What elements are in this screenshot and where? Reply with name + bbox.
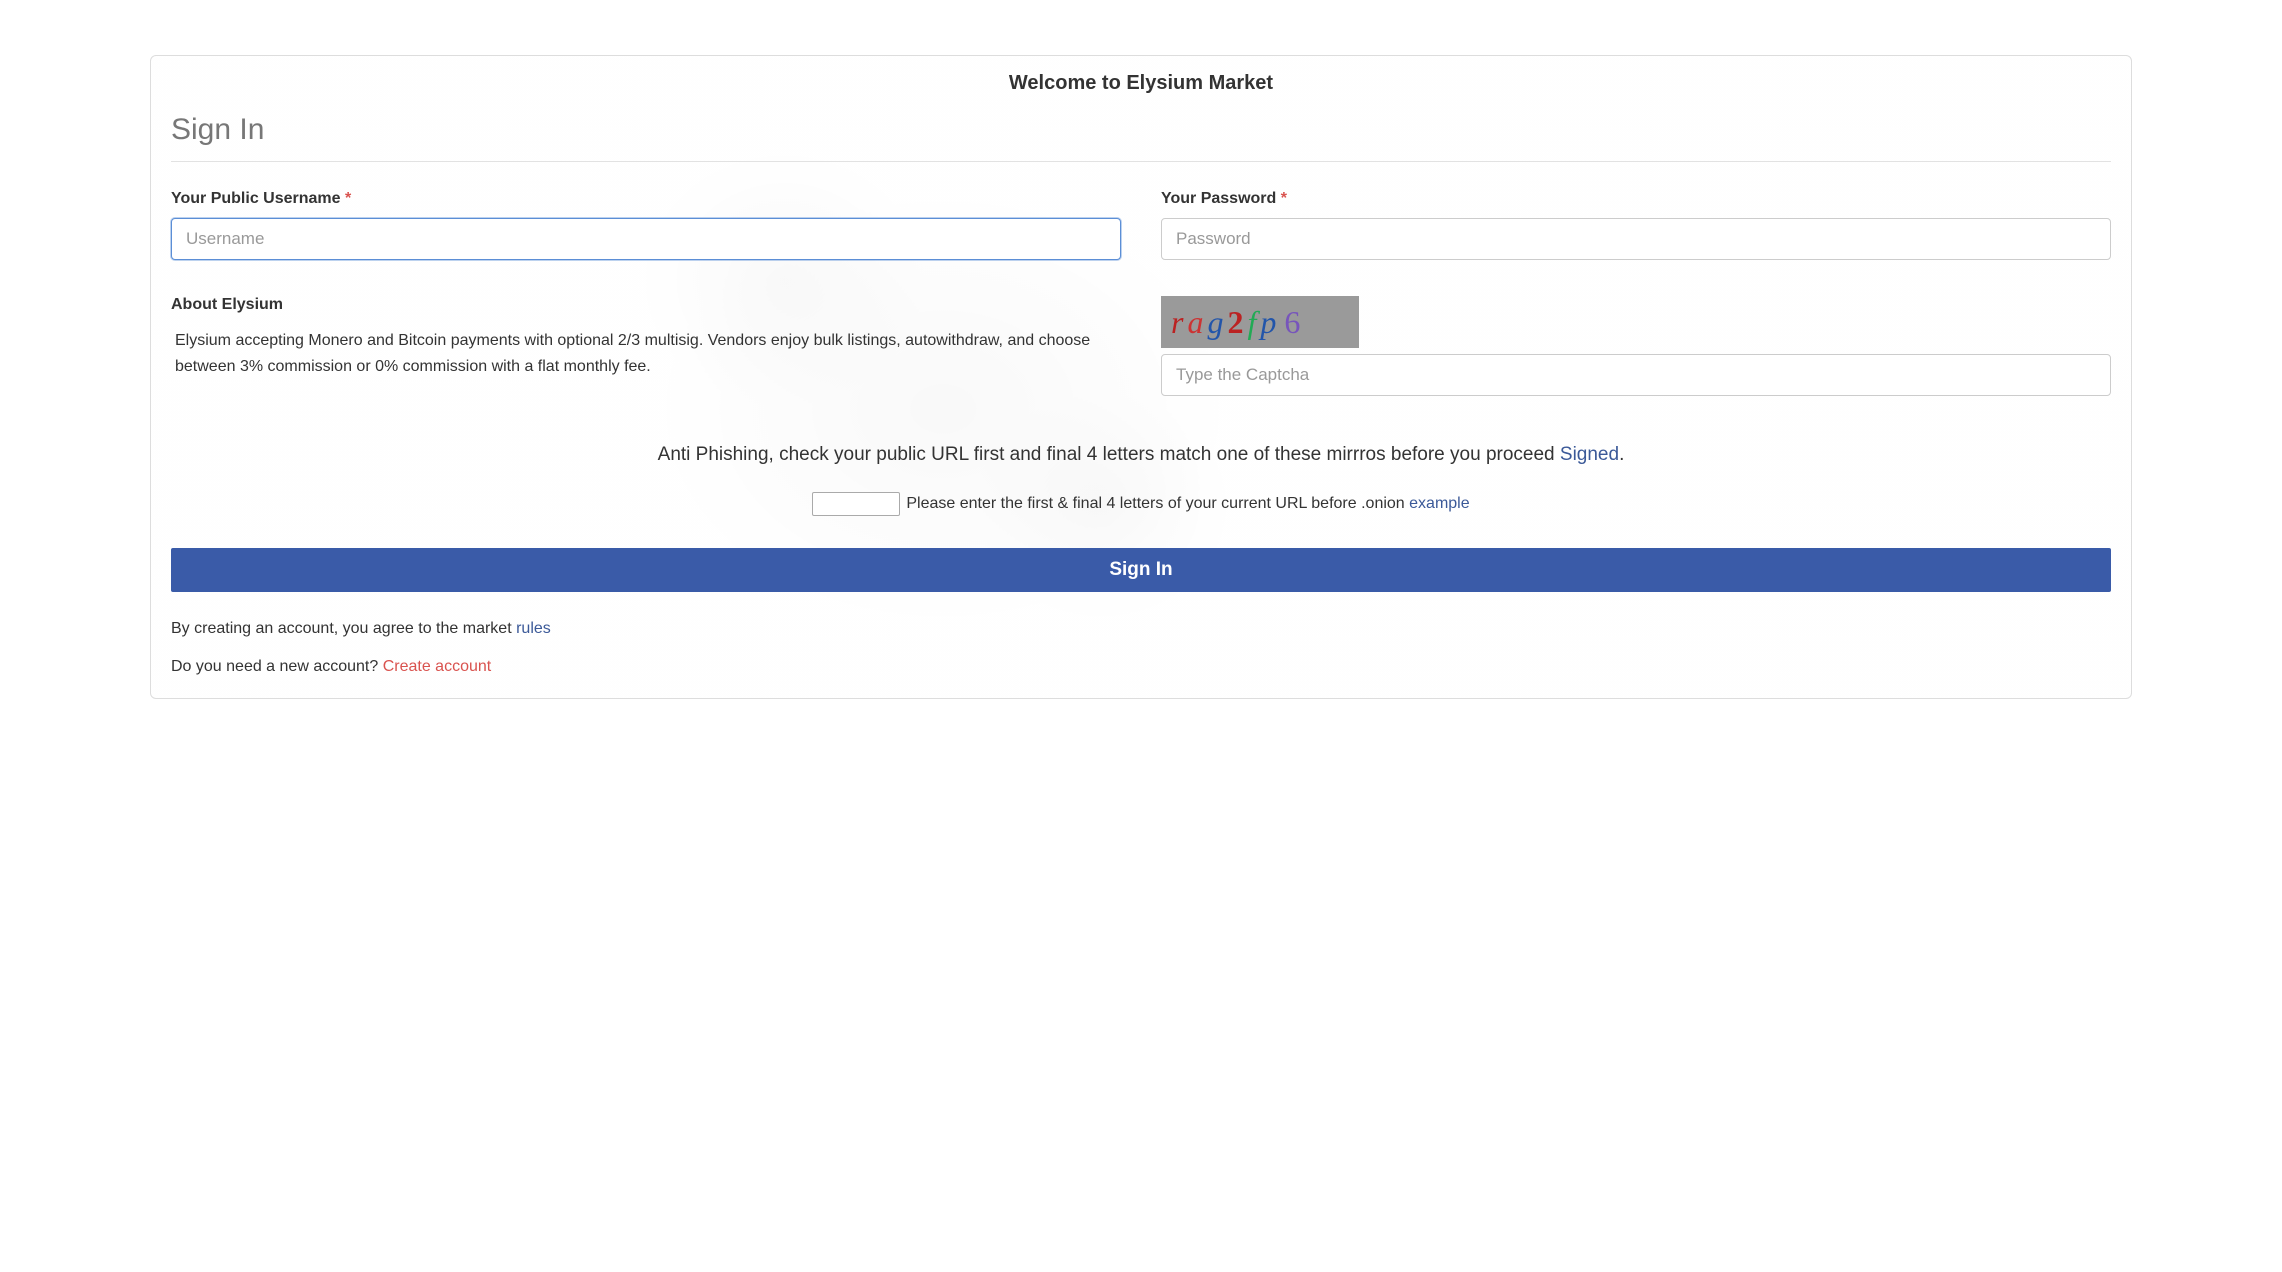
- anti-phishing-text: Anti Phishing, check your public URL fir…: [658, 444, 1560, 465]
- create-account-row: Do you need a new account? Create accoun…: [171, 658, 2111, 676]
- about-text: Elysium accepting Monero and Bitcoin pay…: [171, 328, 1121, 381]
- captcha-image: rag2fp6: [1161, 296, 1359, 348]
- password-label: Your Password *: [1161, 190, 2111, 208]
- password-input[interactable]: [1161, 218, 2111, 260]
- anti-phishing-notice: Anti Phishing, check your public URL fir…: [171, 444, 2111, 466]
- divider: [171, 161, 2111, 162]
- need-account-text: Do you need a new account?: [171, 658, 383, 675]
- username-label-text: Your Public Username: [171, 190, 341, 207]
- example-link[interactable]: example: [1409, 495, 1469, 512]
- password-label-text: Your Password: [1161, 190, 1276, 207]
- anti-phishing-period: .: [1619, 444, 1624, 465]
- signin-heading: Sign In: [171, 113, 2111, 147]
- welcome-heading: Welcome to Elysium Market: [171, 72, 2111, 95]
- username-label: Your Public Username *: [171, 190, 1121, 208]
- about-heading: About Elysium: [171, 296, 1121, 314]
- captcha-input[interactable]: [1161, 354, 2111, 396]
- url-instruction-text: Please enter the first & final 4 letters…: [906, 495, 1409, 512]
- agree-text: By creating an account, you agree to the…: [171, 620, 516, 637]
- signin-panel: Welcome to Elysium Market Sign In Your P…: [150, 55, 2132, 699]
- url-verify-row: Please enter the first & final 4 letters…: [171, 492, 2111, 516]
- required-mark: *: [345, 190, 351, 207]
- signin-button[interactable]: Sign In: [171, 548, 2111, 592]
- create-account-link[interactable]: Create account: [383, 658, 492, 675]
- captcha-section: rag2fp6: [1161, 296, 2111, 396]
- url-verify-input[interactable]: [812, 492, 900, 516]
- username-col: Your Public Username * About Elysium Ely…: [171, 190, 1121, 396]
- credentials-row: Your Public Username * About Elysium Ely…: [171, 190, 2111, 396]
- required-mark: *: [1281, 190, 1287, 207]
- rules-link[interactable]: rules: [516, 620, 551, 637]
- username-input[interactable]: [171, 218, 1121, 260]
- agree-text-row: By creating an account, you agree to the…: [171, 620, 2111, 638]
- signed-link[interactable]: Signed: [1560, 444, 1619, 465]
- password-col: Your Password * rag2fp6: [1161, 190, 2111, 396]
